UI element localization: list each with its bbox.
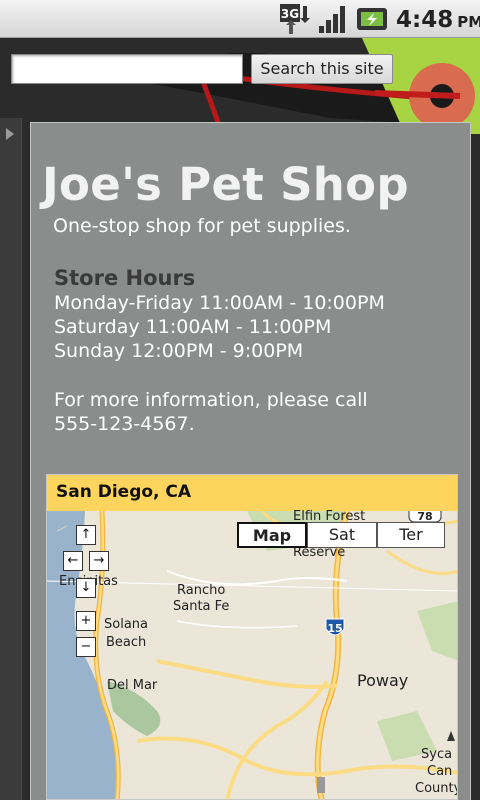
search-input[interactable]: [11, 54, 243, 84]
hours-saturday: Saturday 11:00AM - 11:00PM: [54, 316, 332, 338]
side-panel-handle[interactable]: [0, 118, 22, 800]
pan-up-button[interactable]: ↑: [76, 525, 96, 545]
battery-charging-icon: [357, 8, 387, 30]
store-hours-heading: Store Hours: [54, 266, 196, 290]
zoom-out-button[interactable]: −: [76, 637, 96, 657]
hours-weekday: Monday-Friday 11:00AM - 10:00PM: [54, 292, 385, 314]
label-solana: Solana: [104, 617, 148, 632]
pan-right-button[interactable]: →: [89, 551, 109, 571]
contact-info: For more information, please call 555-12…: [54, 388, 368, 436]
map-type-satellite-button[interactable]: Sat: [307, 522, 377, 548]
status-bar: 3G 4:48 PM: [0, 0, 480, 38]
zoom-in-button[interactable]: +: [76, 611, 96, 631]
label-canyon: Can: [427, 764, 453, 779]
page-title: Joe's Pet Shop: [42, 158, 409, 211]
map-type-terrain-button[interactable]: Ter: [377, 522, 445, 548]
pan-left-button[interactable]: ←: [63, 551, 83, 571]
label-santa-fe: Santa Fe: [173, 599, 230, 614]
svg-text:3G: 3G: [281, 7, 299, 21]
contact-info-line: For more information, please call: [54, 389, 368, 411]
clock-time: 4:48: [396, 7, 454, 33]
label-sycamore: Syca: [421, 747, 453, 762]
hours-sunday: Sunday 12:00PM - 9:00PM: [54, 340, 304, 362]
i15-shield-label: 15: [327, 622, 342, 635]
label-beach: Beach: [106, 635, 147, 650]
expand-arrow-icon[interactable]: [6, 128, 14, 140]
map-widget[interactable]: San Diego, CA 15 78 Elfin Forest Reserve…: [46, 474, 458, 800]
label-county: County: [415, 781, 458, 796]
label-poway: Poway: [357, 671, 409, 690]
phone-number[interactable]: 555-123-4567.: [54, 412, 368, 436]
search-button[interactable]: Search this site: [251, 54, 393, 84]
clock: 4:48 PM: [396, 7, 480, 33]
pan-down-button[interactable]: ↓: [76, 578, 96, 598]
map-type-map-button[interactable]: Map: [237, 522, 307, 548]
3g-data-icon: 3G: [280, 4, 310, 34]
map-header: San Diego, CA: [47, 475, 457, 511]
label-del-mar: Del Mar: [107, 678, 158, 693]
page-subtitle: One-stop shop for pet supplies.: [53, 215, 351, 237]
clock-ampm: PM: [457, 13, 480, 31]
label-rancho: Rancho: [177, 583, 226, 598]
signal-strength-icon: [319, 6, 345, 33]
